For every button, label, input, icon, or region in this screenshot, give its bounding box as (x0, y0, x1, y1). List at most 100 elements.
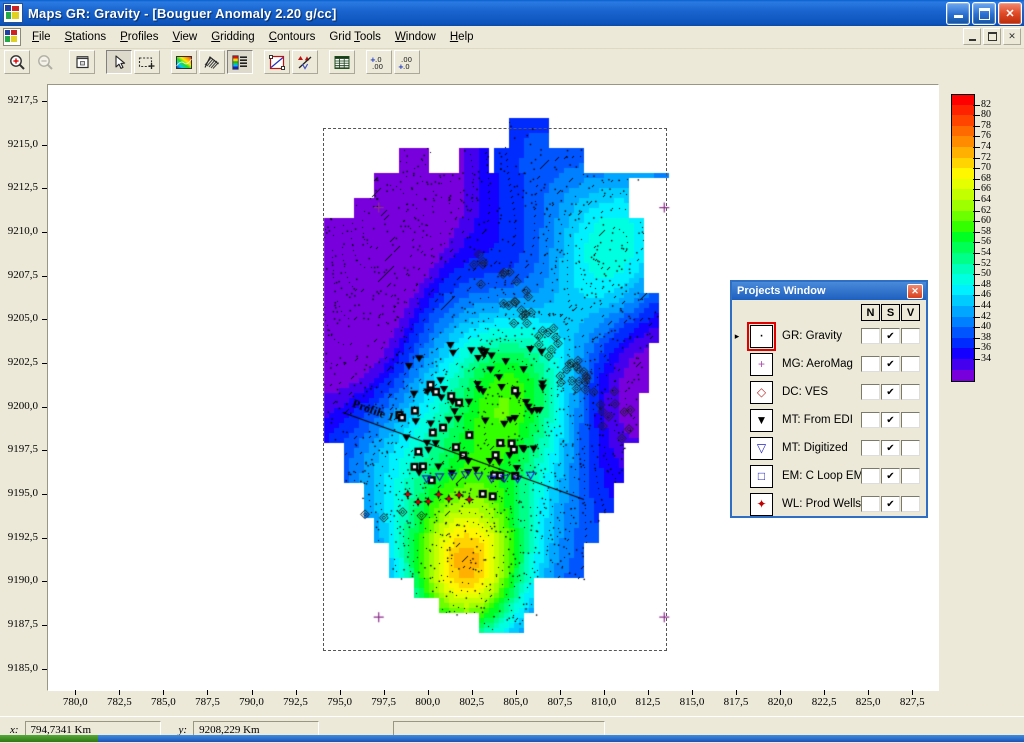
menu-item-grid-tools[interactable]: Grid Tools (322, 28, 388, 46)
mdi-restore-button[interactable] (983, 28, 1001, 45)
zoom-in-icon[interactable] (4, 50, 30, 74)
x-axis-tick-label: 787,5 (195, 696, 220, 708)
colour-scale-tick (973, 348, 980, 350)
checkbox-v[interactable] (901, 496, 920, 512)
checkbox-n[interactable] (861, 412, 880, 428)
minimize-button[interactable] (946, 2, 970, 25)
checkbox-s[interactable]: ✔ (881, 440, 900, 456)
project-row[interactable]: ▼ MT: From EDI ✔ (732, 406, 926, 434)
checkbox-s[interactable]: ✔ (881, 412, 900, 428)
diamond-marker-icon[interactable]: ◇ (750, 380, 773, 404)
checkbox-v[interactable] (901, 356, 920, 372)
menu-item-gridding[interactable]: Gridding (204, 28, 261, 46)
mdi-close-button[interactable]: ✕ (1003, 28, 1021, 45)
zoom-out-icon[interactable] (32, 50, 58, 74)
menu-item-profiles[interactable]: Profiles (113, 28, 165, 46)
colour-scale-band (951, 295, 975, 307)
colour-scale-legend-icon[interactable] (227, 50, 253, 74)
checkbox-v[interactable] (901, 440, 920, 456)
column-header-s[interactable]: S (881, 304, 900, 321)
restore-button[interactable] (972, 2, 996, 25)
checkbox-n[interactable] (861, 356, 880, 372)
pointer-select-icon[interactable] (106, 50, 132, 74)
well-marker-icon[interactable]: ✦ (750, 492, 773, 516)
colour-scale-tick-label: 66 (981, 183, 991, 195)
menu-item-stations[interactable]: Stations (58, 28, 114, 46)
checkbox-v[interactable] (901, 412, 920, 428)
checkbox-v[interactable] (901, 384, 920, 400)
filled-triangle-marker-icon[interactable]: ▼ (750, 408, 773, 432)
menu-item-window[interactable]: Window (388, 28, 443, 46)
mdi-minimize-button[interactable] (963, 28, 981, 45)
checkbox-n[interactable] (861, 440, 880, 456)
project-row[interactable]: ✦ WL: Prod Wells ✔ (732, 490, 926, 518)
grid-frame-icon[interactable] (264, 50, 290, 74)
project-row[interactable]: ▸ · GR: Gravity ✔ (732, 321, 926, 351)
project-row-label: MT: From EDI (782, 414, 853, 426)
rubber-band-select-icon[interactable] (134, 50, 160, 74)
checkbox-s[interactable]: ✔ (881, 384, 900, 400)
menu-item-contours[interactable]: Contours (262, 28, 323, 46)
checkbox-n[interactable] (861, 328, 880, 344)
x-axis-tick-mark (75, 690, 77, 695)
menu-item-help[interactable]: Help (443, 28, 481, 46)
column-header-v[interactable]: V (901, 304, 920, 321)
decrease-decimals-icon[interactable]: .00 + .0 (394, 50, 420, 74)
projects-window-close-button[interactable]: ✕ (907, 284, 923, 299)
colour-scale-band (951, 136, 975, 148)
checkbox-v[interactable] (901, 328, 920, 344)
zoom-extents-icon[interactable] (69, 50, 95, 74)
close-button[interactable]: ✕ (998, 2, 1022, 25)
x-axis-tick-label: 820,0 (767, 696, 793, 708)
checkbox-s[interactable]: ✔ (881, 496, 900, 512)
y-axis-tick-label: 9192,5 (7, 530, 38, 543)
colour-scale-band (951, 168, 975, 180)
square-marker-icon[interactable]: □ (750, 464, 773, 488)
plus-marker-icon[interactable]: + (750, 352, 773, 376)
checkbox-n[interactable] (861, 468, 880, 484)
menu-item-file[interactable]: File (25, 28, 58, 46)
increase-decimals-icon[interactable]: + .0 .00 (366, 50, 392, 74)
mdi-window-controls[interactable]: ✕ (963, 28, 1021, 45)
maps-app-icon[interactable] (3, 3, 23, 23)
window-title-bar[interactable]: Maps GR: Gravity - [Bouguer Anomaly 2.20… (0, 0, 1024, 26)
project-row[interactable]: ▽ MT: Digitized ✔ (732, 434, 926, 462)
project-row[interactable]: ◇ DC: VES ✔ (732, 378, 926, 406)
checkbox-s[interactable]: ✔ (881, 328, 900, 344)
color-fill-map-icon[interactable] (171, 50, 197, 74)
colour-scale-band (951, 274, 975, 286)
window-controls[interactable]: ✕ (946, 2, 1022, 25)
checkbox-n[interactable] (861, 496, 880, 512)
projects-window-title-bar[interactable]: Projects Window ✕ (732, 282, 926, 300)
hatch-shading-icon[interactable] (199, 50, 225, 74)
document-icon[interactable] (3, 28, 21, 46)
checkbox-s[interactable]: ✔ (881, 468, 900, 484)
x-axis-tick-label: 795,0 (327, 696, 352, 708)
colour-scale-tick (973, 136, 980, 138)
checkbox-v[interactable] (901, 468, 920, 484)
checkbox-n[interactable] (861, 384, 880, 400)
project-row[interactable]: □ EM: C Loop EM ✔ (732, 462, 926, 490)
menu-item-view[interactable]: View (165, 28, 204, 46)
svg-text:.00: .00 (372, 63, 383, 71)
open-triangle-marker-icon[interactable]: ▽ (750, 436, 773, 460)
x-axis-tick-mark (207, 690, 209, 695)
colour-scale-tick-label: 46 (981, 289, 991, 301)
checkbox-s[interactable]: ✔ (881, 356, 900, 372)
dot-marker-icon[interactable]: · (747, 321, 776, 351)
colour-scale-tick (973, 327, 980, 329)
colour-scale-band (951, 253, 975, 265)
colour-scale-band (951, 369, 975, 382)
projects-window[interactable]: Projects Window ✕ N S V ▸ · GR: Gravity ✔ + M… (730, 280, 928, 518)
data-table-icon[interactable] (329, 50, 355, 74)
colour-scale-tick (973, 221, 980, 223)
colour-scale-tick-label: 36 (981, 342, 991, 354)
statistics-icon[interactable] (292, 50, 318, 74)
x-axis-tick-mark (691, 690, 693, 695)
start-button[interactable] (0, 735, 98, 742)
x-axis-tick-label: 810,0 (591, 696, 617, 708)
column-header-n[interactable]: N (861, 304, 880, 321)
taskbar[interactable] (0, 735, 1024, 742)
project-row[interactable]: + MG: AeroMag ✔ (732, 350, 926, 378)
colour-scale-tick (973, 168, 980, 170)
